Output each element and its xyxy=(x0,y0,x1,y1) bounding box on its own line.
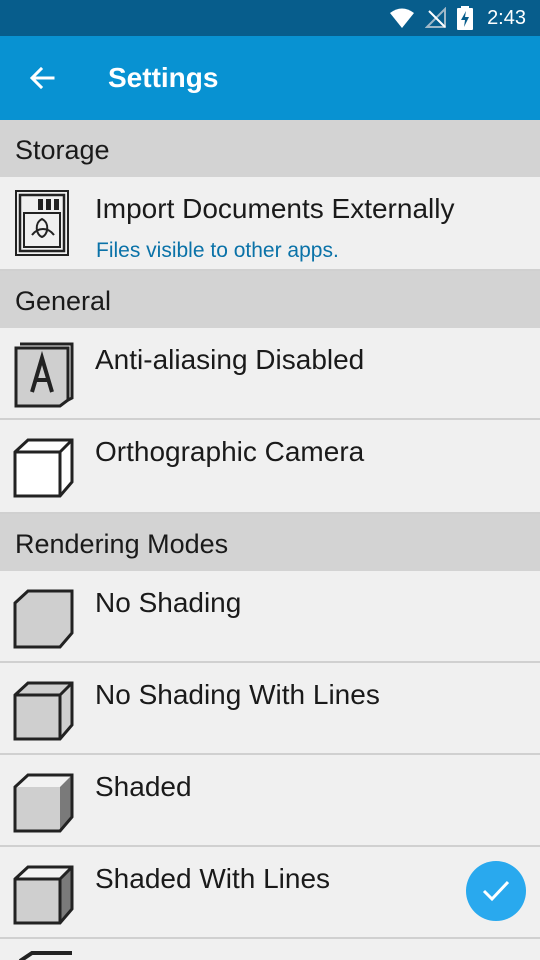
cube-outline-icon xyxy=(13,438,74,498)
antialiasing-item[interactable]: Anti-aliasing Disabled xyxy=(0,328,540,420)
no-shading-label: No Shading xyxy=(95,587,242,618)
check-icon xyxy=(482,880,510,902)
shaded-label: Shaded xyxy=(95,771,192,802)
wifi-icon xyxy=(390,8,415,28)
settings-list[interactable]: Storage Import Documents Externally File… xyxy=(0,120,540,960)
battery-charging-icon xyxy=(457,6,474,30)
no-shading-item[interactable]: No Shading xyxy=(0,571,540,663)
shaded-item[interactable]: Shaded xyxy=(0,755,540,847)
partially-visible-item[interactable] xyxy=(0,939,540,960)
section-header-storage: Storage xyxy=(0,120,540,177)
page-title: Settings xyxy=(108,62,219,93)
back-button[interactable] xyxy=(24,60,60,96)
shaded-lines-label: Shaded With Lines xyxy=(95,863,331,894)
antialiasing-label: Anti-aliasing Disabled xyxy=(95,344,365,375)
section-header-general: General xyxy=(0,271,540,328)
no-shading-lines-item[interactable]: No Shading With Lines xyxy=(0,663,540,755)
selected-check-button[interactable] xyxy=(466,861,526,921)
shaded-cube-lines-icon xyxy=(13,865,74,925)
status-time: 2:43 xyxy=(487,6,526,29)
import-documents-item[interactable]: Import Documents Externally Files visibl… xyxy=(0,177,540,271)
orthographic-camera-label: Orthographic Camera xyxy=(95,436,365,467)
partial-shape-icon xyxy=(18,951,72,960)
cube-lines-icon xyxy=(13,681,74,741)
no-signal-icon xyxy=(425,7,447,28)
no-shading-lines-label: No Shading With Lines xyxy=(95,679,380,710)
import-documents-label: Import Documents Externally xyxy=(95,193,455,224)
shaded-cube-icon xyxy=(13,773,74,833)
shaded-lines-item[interactable]: Shaded With Lines xyxy=(0,847,540,939)
arrow-left-icon xyxy=(29,67,55,89)
app-bar: Settings xyxy=(0,36,540,120)
sd-card-icon xyxy=(15,190,69,256)
section-header-rendering: Rendering Modes xyxy=(0,514,540,571)
orthographic-camera-item[interactable]: Orthographic Camera xyxy=(0,420,540,514)
import-documents-subtitle: Files visible to other apps. xyxy=(96,239,339,262)
status-bar: 2:43 xyxy=(0,0,540,36)
flat-shape-icon xyxy=(13,589,74,649)
status-icons: 2:43 xyxy=(389,0,526,36)
antialiasing-icon xyxy=(14,342,74,408)
